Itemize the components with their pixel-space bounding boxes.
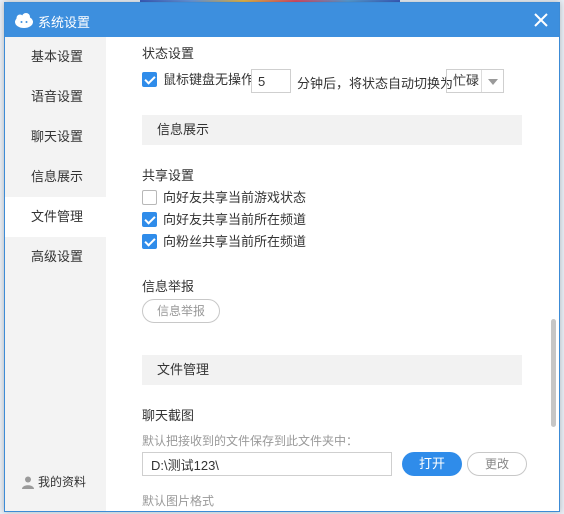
- report-heading: 信息举报: [142, 279, 195, 294]
- my-profile-link[interactable]: 我的资料: [21, 473, 86, 491]
- sidebar-item-info[interactable]: 信息展示: [5, 157, 106, 197]
- chat-screenshot-heading: 聊天截图: [142, 408, 195, 423]
- section-band-info: 信息展示: [142, 115, 522, 145]
- share-option-label: 向粉丝共享当前所在频道: [163, 234, 307, 249]
- sidebar-item-files[interactable]: 文件管理: [5, 197, 106, 237]
- share-game-status-checkbox[interactable]: [142, 190, 157, 205]
- status-label-after: 分钟后，将状态自动切换为: [297, 76, 454, 91]
- share-option-label: 向好友共享当前游戏状态: [163, 190, 307, 205]
- sidebar-item-voice[interactable]: 语音设置: [5, 77, 106, 117]
- status-auto-switch-checkbox[interactable]: [142, 72, 157, 87]
- sidebar-item-advanced[interactable]: 高级设置: [5, 237, 106, 277]
- image-format-label: 默认图片格式: [142, 494, 215, 508]
- idle-minutes-input[interactable]: [251, 69, 291, 93]
- user-icon: [22, 476, 34, 489]
- save-path-input[interactable]: [142, 452, 392, 476]
- share-option-label: 向好友共享当前所在频道: [163, 212, 307, 227]
- content-scrollbar[interactable]: [551, 319, 556, 427]
- my-profile-label: 我的资料: [38, 475, 87, 489]
- settings-content: 状态设置 鼠标键盘无操作 分钟后，将状态自动切换为 忙碌 信息展示 共享设置 向…: [106, 37, 559, 511]
- cloud-logo-icon: [15, 13, 33, 28]
- share-channel-friends-checkbox[interactable]: [142, 212, 157, 227]
- close-icon[interactable]: [531, 10, 551, 30]
- share-option-row: 向好友共享当前游戏状态: [142, 190, 306, 208]
- report-button[interactable]: 信息举报: [142, 299, 220, 323]
- change-folder-button[interactable]: 更改: [467, 452, 527, 476]
- section-band-files: 文件管理: [142, 355, 522, 385]
- status-auto-switch-row: 鼠标键盘无操作: [142, 72, 254, 90]
- sidebar: 基本设置 语音设置 聊天设置 信息展示 文件管理 高级设置 我的资料: [5, 37, 106, 511]
- sidebar-item-chat[interactable]: 聊天设置: [5, 117, 106, 157]
- settings-window: 系统设置 基本设置 语音设置 聊天设置 信息展示 文件管理 高级设置 我的资料 …: [4, 2, 560, 512]
- share-settings-heading: 共享设置: [142, 168, 195, 183]
- save-folder-hint: 默认把接收到的文件保存到此文件夹中：: [142, 434, 359, 448]
- open-folder-button[interactable]: 打开: [402, 452, 462, 476]
- share-option-row: 向粉丝共享当前所在频道: [142, 234, 306, 252]
- share-channel-fans-checkbox[interactable]: [142, 234, 157, 249]
- chevron-down-icon: [481, 70, 503, 92]
- title-bar: 系统设置: [5, 3, 559, 37]
- status-label-before: 鼠标键盘无操作: [163, 72, 255, 87]
- share-option-row: 向好友共享当前所在频道: [142, 212, 306, 230]
- status-heading: 状态设置: [142, 46, 195, 61]
- sidebar-item-basic[interactable]: 基本设置: [5, 37, 106, 77]
- window-title: 系统设置: [38, 15, 91, 30]
- status-select[interactable]: 忙碌: [446, 69, 504, 93]
- status-select-value: 忙碌: [453, 73, 480, 88]
